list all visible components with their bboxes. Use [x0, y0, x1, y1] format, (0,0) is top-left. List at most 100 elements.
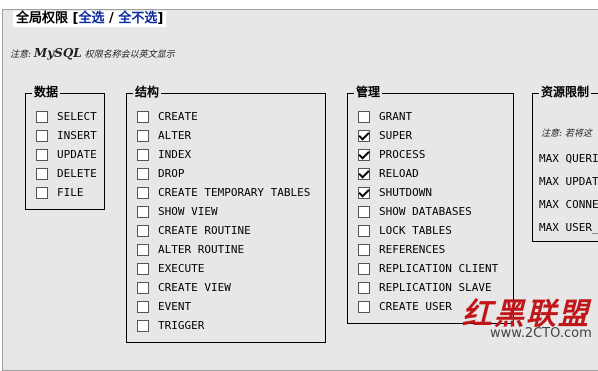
note-mysql: MySQL [33, 46, 82, 60]
replication-client-checkbox[interactable] [358, 262, 370, 275]
insert-checkbox[interactable] [36, 129, 48, 142]
create-view-checkbox[interactable] [137, 281, 149, 294]
structure-create-option[interactable]: CREATE [137, 107, 198, 126]
replication-client-label: REPLICATION CLIENT [379, 262, 499, 275]
structure-privileges-group: 结构 CREATE ALTER INDEX DROP CREATE TEMPORARY … [126, 85, 326, 343]
watermark-url: www.2CTO.com [490, 326, 592, 341]
create-checkbox[interactable] [137, 110, 149, 123]
select-label: SELECT [57, 110, 97, 123]
drop-checkbox[interactable] [137, 167, 149, 180]
admin-lock-tables-option[interactable]: LOCK TABLES [358, 221, 452, 240]
event-checkbox[interactable] [137, 300, 149, 313]
structure-create-temporary-tables-option[interactable]: CREATE TEMPORARY TABLES [137, 183, 310, 202]
delete-checkbox[interactable] [36, 167, 48, 180]
admin-reload-option[interactable]: RELOAD [358, 164, 419, 183]
data-insert-option[interactable]: INSERT [36, 126, 97, 145]
create-label: CREATE [158, 110, 198, 123]
link-separator: / [104, 11, 119, 26]
admin-show-databases-option[interactable]: SHOW DATABASES [358, 202, 472, 221]
lock-tables-label: LOCK TABLES [379, 224, 452, 237]
grant-label: GRANT [379, 110, 413, 123]
show-databases-checkbox[interactable] [358, 205, 370, 218]
event-label: EVENT [158, 300, 192, 313]
show-view-checkbox[interactable] [137, 205, 149, 218]
alter-routine-checkbox[interactable] [137, 243, 149, 256]
create-routine-checkbox[interactable] [137, 224, 149, 237]
file-checkbox[interactable] [36, 186, 48, 199]
show-databases-label: SHOW DATABASES [379, 205, 472, 218]
structure-alter-option[interactable]: ALTER [137, 126, 191, 145]
data-group-title: 数据 [32, 85, 61, 100]
global-privileges-title: 全局权限 [16, 11, 69, 26]
bracket-close: ] [157, 11, 164, 26]
admin-references-option[interactable]: REFERENCES [358, 240, 445, 259]
select-all-link[interactable]: 全选 [79, 11, 105, 26]
shutdown-checkbox[interactable] [358, 186, 370, 199]
admin-super-option[interactable]: SUPER [358, 126, 412, 145]
resource-limit-label: MAX CONNE [539, 198, 598, 211]
note-prefix: 注意: [10, 50, 32, 60]
process-checkbox[interactable] [358, 148, 370, 161]
note-text: 权限名称会以英文显示 [84, 50, 175, 60]
structure-event-option[interactable]: EVENT [137, 297, 191, 316]
create-temporary-tables-checkbox[interactable] [137, 186, 149, 199]
resource-limit-label: MAX QUERI [539, 152, 598, 165]
admin-group-title: 管理 [354, 85, 383, 100]
update-checkbox[interactable] [36, 148, 48, 161]
structure-drop-option[interactable]: DROP [137, 164, 185, 183]
create-temporary-tables-label: CREATE TEMPORARY TABLES [158, 186, 311, 199]
shutdown-label: SHUTDOWN [379, 186, 432, 199]
resource-limits-note: 注意: 若将这 [541, 129, 592, 139]
structure-trigger-option[interactable]: TRIGGER [137, 316, 204, 335]
execute-checkbox[interactable] [137, 262, 149, 275]
admin-grant-option[interactable]: GRANT [358, 107, 412, 126]
structure-create-routine-option[interactable]: CREATE ROUTINE [137, 221, 251, 240]
trigger-checkbox[interactable] [137, 319, 149, 332]
select-none-link[interactable]: 全不选 [118, 11, 157, 26]
admin-shutdown-option[interactable]: SHUTDOWN [358, 183, 432, 202]
mysql-note: 注意: MySQL 权限名称会以英文显示 [10, 46, 175, 60]
trigger-label: TRIGGER [158, 319, 205, 332]
delete-label: DELETE [57, 167, 97, 180]
references-label: REFERENCES [379, 243, 446, 256]
show-view-label: SHOW VIEW [158, 205, 218, 218]
data-update-option[interactable]: UPDATE [36, 145, 97, 164]
reload-label: RELOAD [379, 167, 419, 180]
index-label: INDEX [158, 148, 192, 161]
admin-process-option[interactable]: PROCESS [358, 145, 425, 164]
select-checkbox[interactable] [36, 110, 48, 123]
structure-index-option[interactable]: INDEX [137, 145, 191, 164]
data-delete-option[interactable]: DELETE [36, 164, 97, 183]
lock-tables-checkbox[interactable] [358, 224, 370, 237]
global-privileges-legend: 全局权限 [全选 / 全不选] [13, 11, 167, 27]
drop-label: DROP [158, 167, 185, 180]
admin-create-user-option[interactable]: CREATE USER [358, 297, 452, 316]
super-label: SUPER [379, 129, 413, 142]
data-file-option[interactable]: FILE [36, 183, 84, 202]
resource-limit-label: MAX UPDAT [539, 175, 598, 188]
structure-execute-option[interactable]: EXECUTE [137, 259, 204, 278]
resource-limits-group: 资源限制 注意: 若将这 MAX QUERI MAX UPDAT MAX CONNE… [532, 85, 598, 242]
create-user-checkbox[interactable] [358, 300, 370, 313]
alter-label: ALTER [158, 129, 192, 142]
structure-alter-routine-option[interactable]: ALTER ROUTINE [137, 240, 244, 259]
create-user-label: CREATE USER [379, 300, 452, 313]
resource-limit-label: MAX USER_ [539, 221, 598, 234]
replication-slave-checkbox[interactable] [358, 281, 370, 294]
reload-checkbox[interactable] [358, 167, 370, 180]
grant-checkbox[interactable] [358, 110, 370, 123]
create-view-label: CREATE VIEW [158, 281, 231, 294]
create-routine-label: CREATE ROUTINE [158, 224, 251, 237]
super-checkbox[interactable] [358, 129, 370, 142]
index-checkbox[interactable] [137, 148, 149, 161]
alter-checkbox[interactable] [137, 129, 149, 142]
admin-replication-client-option[interactable]: REPLICATION CLIENT [358, 259, 498, 278]
update-label: UPDATE [57, 148, 97, 161]
resource-limits-title: 资源限制 [539, 85, 592, 100]
insert-label: INSERT [57, 129, 97, 142]
structure-show-view-option[interactable]: SHOW VIEW [137, 202, 218, 221]
structure-create-view-option[interactable]: CREATE VIEW [137, 278, 231, 297]
references-checkbox[interactable] [358, 243, 370, 256]
data-select-option[interactable]: SELECT [36, 107, 97, 126]
structure-group-title: 结构 [133, 85, 162, 100]
